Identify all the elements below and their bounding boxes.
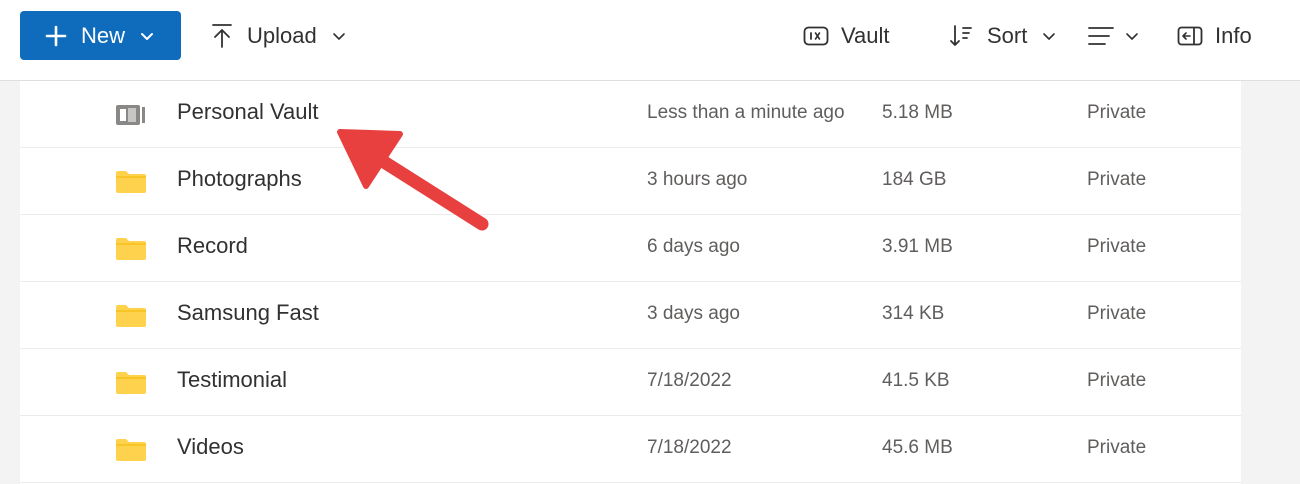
chevron-down-icon	[1126, 33, 1138, 40]
info-label: Info	[1215, 23, 1252, 48]
vault-icon	[116, 105, 145, 125]
vault-button[interactable]: Vault	[803, 14, 890, 58]
sort-button[interactable]: Sort	[948, 14, 1057, 58]
file-sharing: Private	[1087, 370, 1147, 391]
file-size: 184 GB	[882, 169, 947, 190]
file-name[interactable]: Videos	[177, 434, 244, 460]
file-name[interactable]: Photographs	[177, 166, 302, 192]
file-row[interactable]: Record 6 days ago 3.91 MB Private	[20, 215, 1241, 282]
file-sharing: Private	[1087, 303, 1147, 324]
new-button[interactable]: New	[20, 11, 181, 60]
file-name[interactable]: Samsung Fast	[177, 300, 319, 326]
command-bar: New Upload Vault Sort Info	[0, 0, 1300, 81]
file-modified: 7/18/2022	[647, 437, 732, 458]
file-name[interactable]: Record	[177, 233, 248, 259]
chevron-down-icon	[332, 33, 345, 40]
folder-icon	[116, 372, 146, 394]
file-modified: 3 days ago	[647, 303, 740, 324]
upload-label: Upload	[247, 23, 317, 48]
file-row[interactable]: Photographs 3 hours ago 184 GB Private	[20, 148, 1241, 215]
file-sharing: Private	[1087, 437, 1147, 458]
view-options-button[interactable]	[1088, 14, 1140, 58]
vault-icon	[803, 26, 829, 46]
file-list: Personal Vault Less than a minute ago 5.…	[20, 81, 1241, 484]
file-modified: Less than a minute ago	[647, 102, 845, 123]
file-name[interactable]: Testimonial	[177, 367, 287, 393]
file-sharing: Private	[1087, 102, 1147, 123]
file-size: 3.91 MB	[882, 236, 953, 257]
file-row[interactable]: Videos 7/18/2022 45.6 MB Private	[20, 416, 1241, 483]
file-modified: 3 hours ago	[647, 169, 748, 190]
folder-icon	[116, 171, 146, 193]
file-row[interactable]: Samsung Fast 3 days ago 314 KB Private	[20, 282, 1241, 349]
file-modified: 7/18/2022	[647, 370, 732, 391]
file-size: 314 KB	[882, 303, 945, 324]
folder-icon	[116, 305, 146, 327]
file-row[interactable]: Testimonial 7/18/2022 41.5 KB Private	[20, 349, 1241, 416]
file-name[interactable]: Personal Vault	[177, 99, 318, 125]
file-row[interactable]: Personal Vault Less than a minute ago 5.…	[20, 81, 1241, 148]
file-size: 41.5 KB	[882, 370, 950, 391]
info-button[interactable]: Info	[1177, 14, 1252, 58]
plus-icon	[45, 25, 67, 46]
chevron-down-icon	[1043, 33, 1056, 40]
folder-icon	[116, 439, 146, 461]
file-size: 5.18 MB	[882, 102, 953, 123]
vault-label: Vault	[841, 23, 890, 48]
file-modified: 6 days ago	[647, 236, 740, 257]
upload-icon	[212, 24, 232, 48]
file-sharing: Private	[1087, 236, 1147, 257]
file-sharing: Private	[1087, 169, 1147, 190]
folder-icon	[116, 238, 146, 260]
sort-icon	[950, 25, 972, 46]
file-size: 45.6 MB	[882, 437, 953, 458]
chevron-down-icon	[141, 32, 154, 40]
info-pane-icon	[1177, 26, 1203, 46]
new-button-label: New	[81, 22, 126, 48]
upload-button[interactable]: Upload	[210, 14, 347, 58]
list-view-icon	[1088, 27, 1114, 45]
sort-label: Sort	[987, 23, 1028, 48]
